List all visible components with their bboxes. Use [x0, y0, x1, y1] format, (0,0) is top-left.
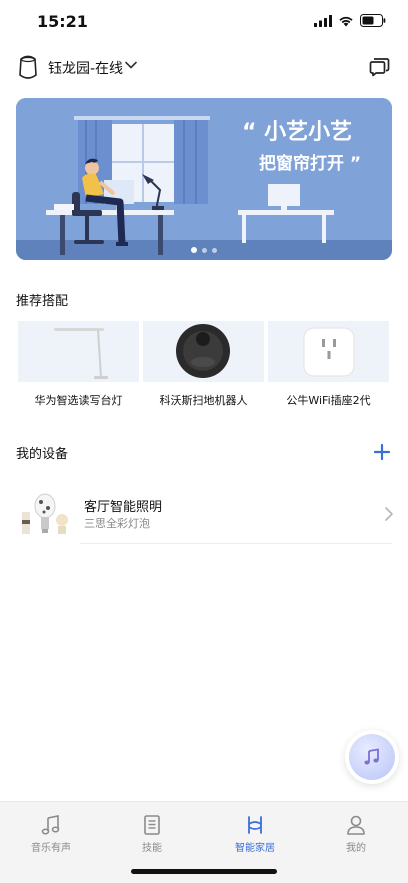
music-player-button[interactable]: [345, 730, 399, 784]
tab-label: 智能家居: [235, 843, 275, 854]
carousel-dot: [212, 247, 217, 253]
tab-label: 音乐有声: [31, 843, 71, 854]
tab-profile[interactable]: 我的: [316, 814, 396, 854]
status-icons: [314, 14, 386, 27]
tab-label: 我的: [346, 843, 366, 854]
cellular-signal-icon: [314, 14, 332, 27]
recommend-item-label: 公牛WiFi插座2代: [286, 394, 371, 407]
carousel-indicator: [16, 247, 392, 253]
chevron-right-icon: [385, 507, 393, 521]
smart-speaker-icon[interactable]: [17, 55, 39, 81]
messages-icon[interactable]: [368, 56, 390, 78]
music-note-icon: [349, 734, 395, 780]
battery-icon: [360, 14, 386, 27]
recommend-item-smart-plug[interactable]: 公牛WiFi插座2代: [268, 321, 389, 411]
carousel-dot: [202, 247, 207, 253]
tab-skills[interactable]: 技能: [112, 814, 192, 854]
status-time: 15:21: [37, 12, 88, 31]
smart-bulb-image: [22, 493, 68, 534]
device-model: 三思全彩灯泡: [84, 517, 150, 530]
music-note-icon: [41, 815, 60, 835]
promo-banner[interactable]: “ 小艺小艺 把窗帘打开 ”: [16, 98, 392, 260]
devices-section-title: 我的设备: [16, 447, 69, 462]
recommend-section-title: 推荐搭配: [16, 294, 69, 309]
banner-subline: 把窗帘打开 ”: [259, 154, 362, 174]
desk-lamp-image: [18, 321, 139, 382]
smart-home-icon: [248, 816, 262, 834]
recommend-item-label: 华为智选读写台灯: [34, 394, 123, 407]
robot-vacuum-image: [143, 321, 264, 382]
recommend-item-desk-lamp[interactable]: 华为智选读写台灯: [18, 321, 139, 411]
add-device-button[interactable]: [373, 443, 391, 461]
chevron-down-icon[interactable]: [124, 60, 138, 70]
status-bar: 15:21: [0, 0, 408, 44]
recommend-item-robot-vacuum[interactable]: 科沃斯扫地机器人: [143, 321, 264, 411]
tab-music[interactable]: 音乐有声: [11, 814, 91, 854]
divider: [80, 543, 392, 544]
recommend-item-label: 科沃斯扫地机器人: [159, 394, 248, 407]
device-item-living-room-light[interactable]: 客厅智能照明 三思全彩灯泡: [16, 484, 393, 544]
book-icon: [144, 815, 160, 835]
top-header: 钰龙园-在线: [0, 50, 408, 86]
tab-smart-home[interactable]: 智能家居: [215, 814, 295, 854]
recommend-list: 华为智选读写台灯 科沃斯扫地机器人 公牛WiFi插座2代: [18, 321, 390, 411]
person-icon: [347, 815, 365, 835]
device-name: 客厅智能照明: [84, 500, 163, 515]
carousel-dot: [191, 247, 197, 253]
home-selector-label[interactable]: 钰龙园-在线: [48, 58, 123, 78]
tab-label: 技能: [142, 843, 162, 854]
smart-plug-image: [268, 321, 389, 382]
wifi-icon: [339, 16, 353, 26]
home-indicator: [131, 869, 277, 874]
banner-headline: “ 小艺小艺: [242, 120, 353, 145]
